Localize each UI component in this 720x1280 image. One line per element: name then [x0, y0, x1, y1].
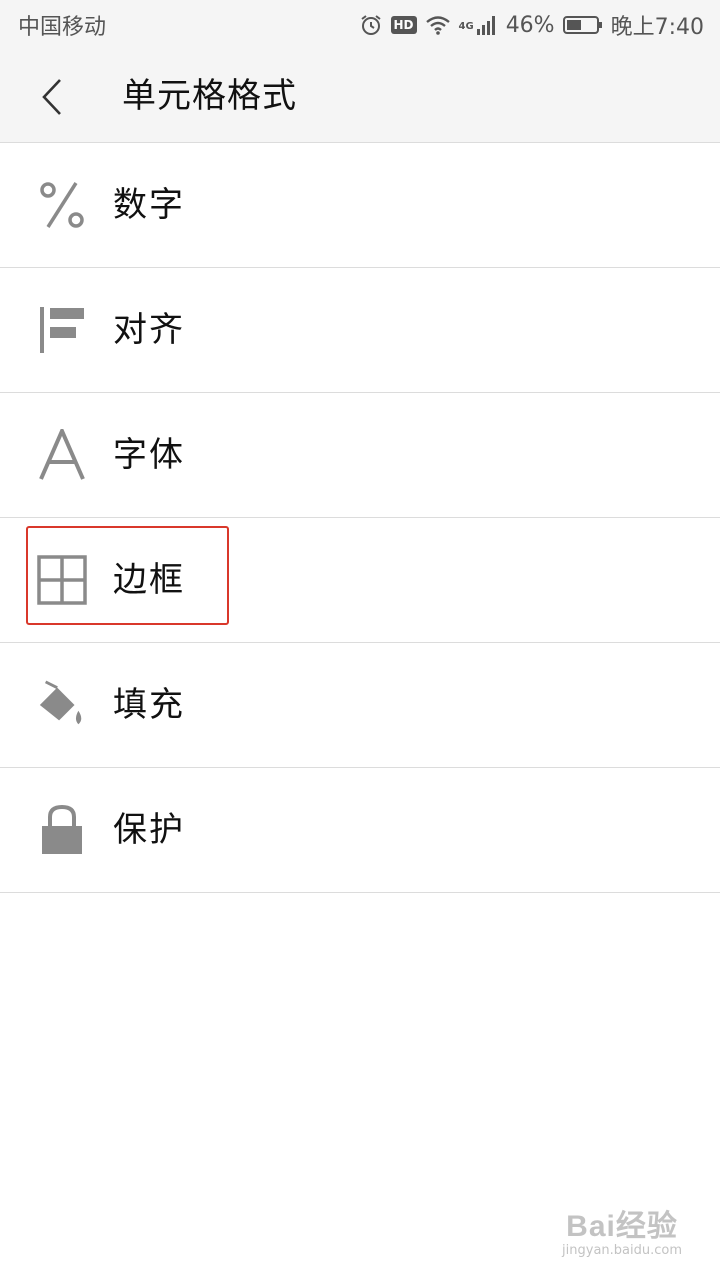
menu-item-label: 填充	[113, 685, 185, 725]
alarm-icon	[360, 15, 381, 35]
status-icons: HD 4G 46% 晚上7:40	[359, 9, 704, 41]
format-menu: 数字 对齐 字体 边框 填充 保护	[0, 143, 720, 893]
page-title: 单元格格式	[122, 76, 297, 116]
align-left-icon	[36, 304, 88, 356]
menu-item-label: 对齐	[113, 310, 185, 350]
signal-icon	[476, 16, 495, 35]
lock-icon	[36, 804, 88, 856]
menu-item-label: 字体	[113, 435, 185, 475]
chevron-left-icon	[42, 79, 61, 115]
network-type: 4G	[458, 21, 474, 32]
battery-icon	[562, 16, 602, 34]
menu-item-label: 数字	[113, 185, 185, 225]
menu-item-font[interactable]: 字体	[0, 393, 720, 518]
app-header: 单元格格式	[0, 50, 720, 143]
border-grid-icon	[36, 554, 88, 606]
wifi-icon	[425, 16, 450, 35]
status-bar: 中国移动 HD 4G 46% 晚上7:40	[0, 0, 720, 50]
baidu-jingyan-watermark: Bai经验 jingyan.baidu.com	[562, 1201, 682, 1258]
menu-item-fill[interactable]: 填充	[0, 643, 720, 768]
menu-item-label: 边框	[113, 560, 185, 600]
hd-badge: HD	[390, 16, 417, 34]
menu-item-label: 保护	[113, 810, 185, 850]
carrier-label: 中国移动	[18, 15, 107, 40]
back-button[interactable]	[30, 72, 74, 122]
menu-item-number[interactable]: 数字	[0, 143, 720, 268]
watermark-logo-text: Bai经验	[566, 1210, 678, 1243]
menu-item-border[interactable]: 边框	[0, 518, 720, 643]
battery-percent: 46%	[505, 12, 555, 38]
paint-bucket-icon	[36, 679, 88, 731]
font-icon	[36, 429, 88, 481]
watermark-url: jingyan.baidu.com	[562, 1243, 682, 1258]
clock: 晚上7:40	[610, 15, 704, 40]
percent-icon	[36, 179, 88, 231]
menu-item-protection[interactable]: 保护	[0, 768, 720, 893]
menu-item-alignment[interactable]: 对齐	[0, 268, 720, 393]
